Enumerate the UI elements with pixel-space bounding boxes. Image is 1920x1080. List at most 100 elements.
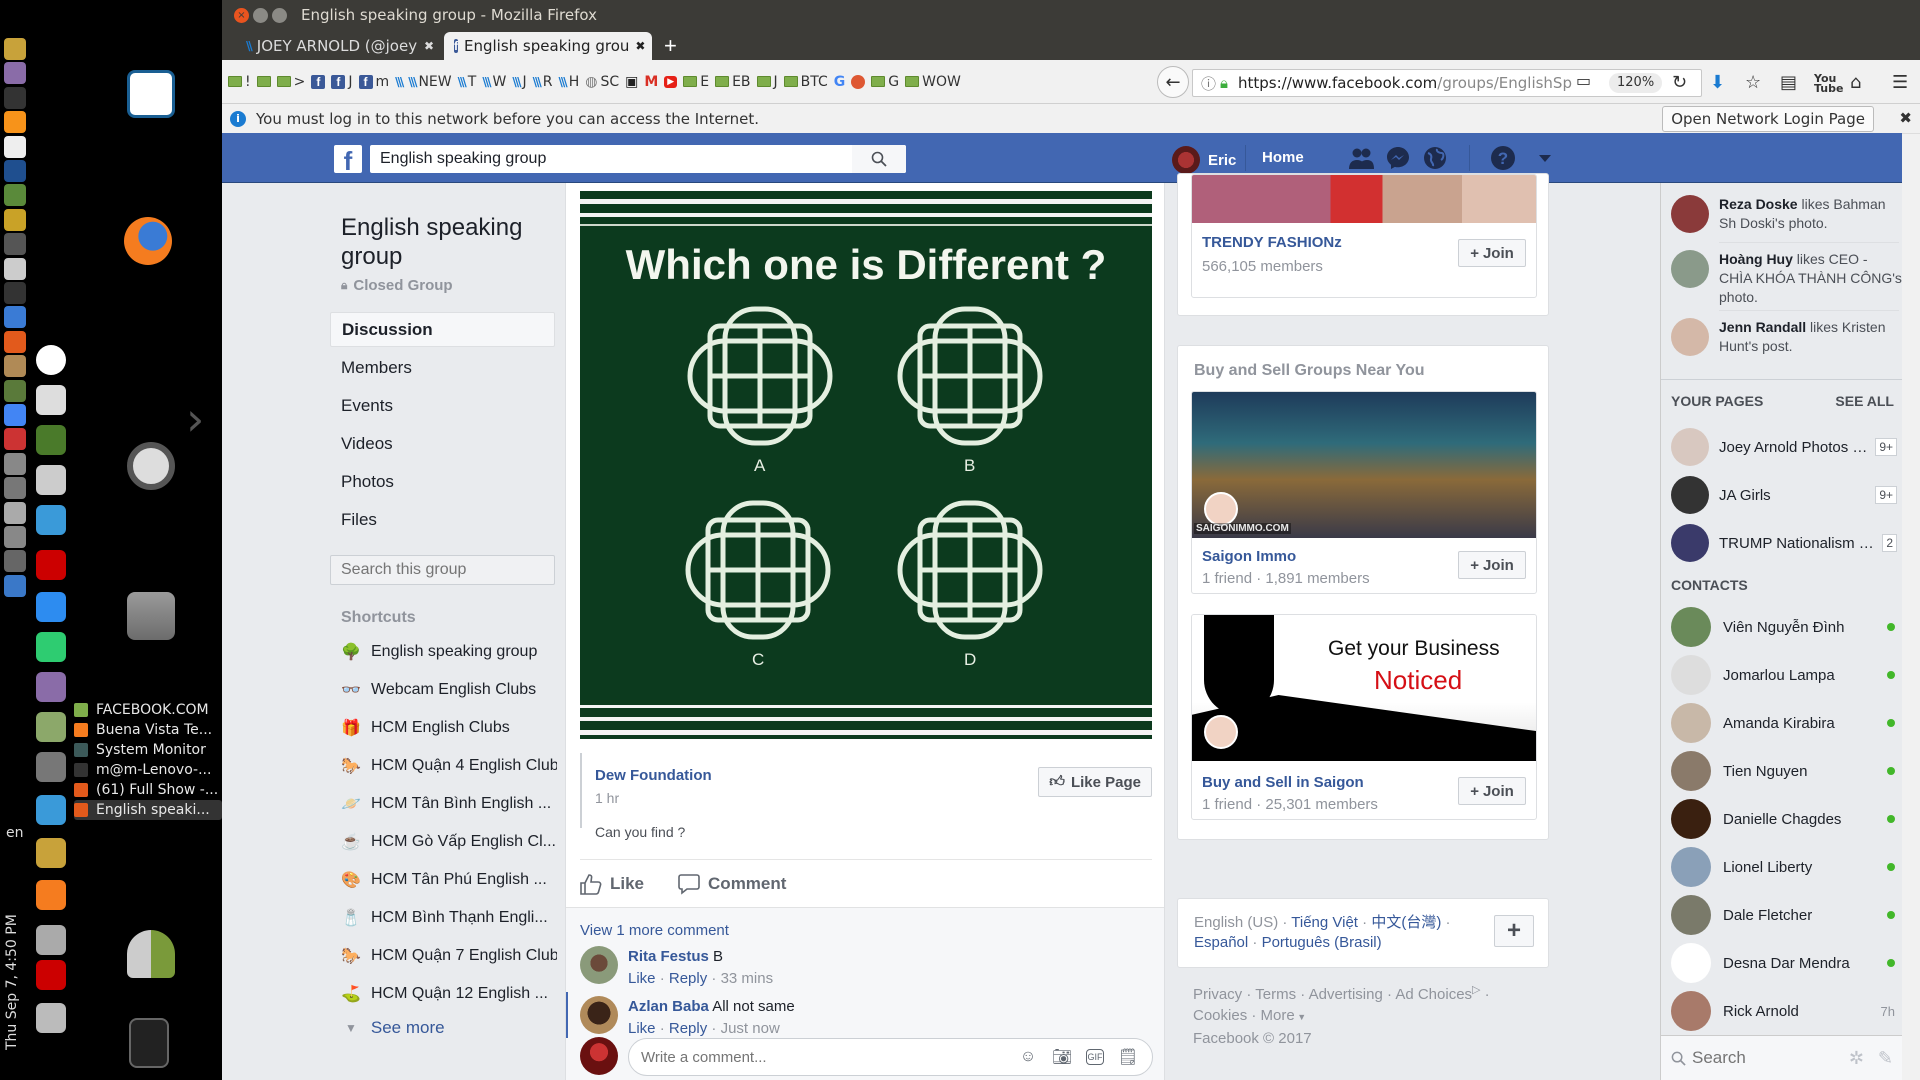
comment-input[interactable]: [641, 1048, 1018, 1066]
gif-icon[interactable]: GIF: [1086, 1049, 1104, 1065]
join-group-button[interactable]: + Join: [1458, 551, 1526, 579]
terminal-icon[interactable]: [4, 184, 26, 207]
contact-item[interactable]: Rick Arnold 7h: [1671, 987, 1902, 1035]
shortcut-item[interactable]: ☕ HCM Gò Vấp English Cl...: [327, 823, 557, 861]
comment-button[interactable]: Comment: [678, 873, 786, 895]
comment-timestamp[interactable]: 33 mins: [721, 970, 774, 987]
shortcut-item[interactable]: ⛳ HCM Quận 12 English ...: [327, 975, 557, 1013]
settings-icon[interactable]: [4, 379, 26, 402]
contact-item[interactable]: Dale Fletcher: [1671, 891, 1902, 939]
commenter-name[interactable]: Rita Festus: [628, 948, 709, 965]
image-viewer-icon[interactable]: [36, 1003, 66, 1033]
drive-icon[interactable]: [4, 501, 26, 524]
bookmark-item[interactable]: BTC: [783, 74, 828, 90]
screenshot-icon[interactable]: [4, 257, 26, 280]
system-monitor-icon[interactable]: [4, 282, 26, 304]
window-list-item[interactable]: English speaki...: [74, 800, 222, 820]
group-name-link[interactable]: Buy and Sell in Saigon: [1202, 774, 1364, 791]
hanger-icon[interactable]: [36, 712, 66, 742]
help-icon[interactable]: ?: [1490, 145, 1516, 171]
contact-item[interactable]: Jomarlou Lampa: [1671, 651, 1902, 699]
bluetooth-icon[interactable]: [36, 925, 66, 955]
ubuntu-icon[interactable]: [127, 442, 175, 490]
comment-timestamp[interactable]: Just now: [721, 1020, 780, 1037]
like-page-button[interactable]: 👍︎ Like Page: [1038, 767, 1152, 797]
bookmark-item[interactable]: f: [311, 74, 326, 89]
dogecoin-icon[interactable]: [36, 838, 66, 868]
bookmark-item[interactable]: \\\ W: [482, 74, 506, 90]
comment-input-box[interactable]: ☺ 📷︎ GIF 🗒︎: [628, 1038, 1153, 1076]
sticker-icon[interactable]: 🗒︎: [1118, 1047, 1138, 1067]
shortcut-item[interactable]: 🌳 English speaking group: [327, 633, 557, 671]
clock[interactable]: Thu Sep 7, 4:50 PM: [4, 914, 20, 1050]
group-nav-events[interactable]: Events: [330, 388, 555, 423]
user-switch-icon[interactable]: [127, 930, 175, 978]
electrum-icon[interactable]: [36, 505, 66, 535]
window-list-item[interactable]: (61) Full Show -...: [74, 780, 222, 800]
group-name-link[interactable]: TRENDY FASHIONz: [1202, 234, 1342, 251]
libreoffice-writer-icon[interactable]: [127, 70, 175, 118]
your-page-item[interactable]: JA Girls 9+: [1671, 475, 1902, 515]
contact-item[interactable]: Tien Nguyen: [1671, 747, 1902, 795]
see-more-link[interactable]: ▼ See more: [327, 1013, 555, 1043]
contact-item[interactable]: Amanda Kirabira: [1671, 699, 1902, 747]
minimize-window-button[interactable]: [253, 7, 268, 23]
inkscape-icon[interactable]: [4, 86, 26, 109]
contact-item[interactable]: Danielle Chagdes: [1671, 795, 1902, 843]
group-cover-image[interactable]: SAIGONIMMO.COM: [1192, 392, 1536, 538]
filezilla-icon[interactable]: [36, 960, 66, 990]
bookmark-item[interactable]: >: [276, 74, 305, 90]
menu-icon[interactable]: ☰: [1892, 72, 1908, 93]
window-switch-icon[interactable]: [4, 233, 26, 256]
volume-knob-icon[interactable]: [36, 385, 66, 415]
zoom-level-button[interactable]: 120%: [1609, 73, 1663, 93]
bookmark-item[interactable]: \\\ T: [458, 74, 477, 90]
bookmark-item[interactable]: G: [871, 74, 899, 90]
footer-link[interactable]: Ad Choices: [1395, 986, 1472, 1003]
lock-screen-icon[interactable]: [4, 452, 26, 475]
commenter-avatar[interactable]: [580, 996, 618, 1034]
bookmark-item[interactable]: !: [228, 74, 251, 90]
tab-english-speaking-group[interactable]: f English speaking grou ✖: [444, 32, 652, 60]
group-nav-members[interactable]: Members: [330, 350, 555, 385]
your-page-item[interactable]: TRUMP Nationalism O... 2: [1671, 523, 1902, 563]
close-notification-icon[interactable]: ✖: [1899, 109, 1912, 127]
bookmark-item[interactable]: fJ: [331, 74, 353, 90]
trash-icon[interactable]: [129, 1018, 169, 1068]
comment-reply-link[interactable]: Reply: [669, 1020, 707, 1037]
window-list-item[interactable]: m@m-Lenovo-...: [74, 760, 222, 780]
close-tab-icon[interactable]: ✖: [635, 39, 645, 53]
group-name-link[interactable]: Saigon Immo: [1202, 548, 1296, 565]
bookmark-item[interactable]: [256, 76, 271, 87]
reader-view-icon[interactable]: ▭: [1576, 71, 1591, 90]
vlc-icon[interactable]: [36, 880, 66, 910]
bookmark-item[interactable]: \\\ NEW: [408, 74, 451, 90]
shortcut-item[interactable]: 🐎 HCM Quận 4 English Club: [327, 747, 557, 785]
app-icon[interactable]: [36, 592, 66, 622]
post-image[interactable]: Which one is Different ? A B C D: [580, 183, 1152, 745]
language-link[interactable]: Português (Brasil): [1262, 934, 1382, 951]
footer-link[interactable]: More: [1261, 1007, 1295, 1024]
ticker-story[interactable]: Hoàng Huy likes CEO - CHÌA KHÓA THÀNH CÔ…: [1671, 250, 1902, 311]
facebook-search-input[interactable]: [370, 145, 852, 173]
commenter-avatar[interactable]: [580, 946, 618, 984]
cheese-icon[interactable]: [36, 672, 66, 702]
maximize-window-button[interactable]: [272, 7, 287, 23]
workspace-icon[interactable]: [4, 208, 26, 231]
language-link[interactable]: 中文(台灣): [1371, 914, 1441, 931]
like-button[interactable]: Like: [580, 873, 644, 895]
bookmark-item[interactable]: \\\: [395, 75, 404, 89]
calculator-icon[interactable]: [4, 160, 26, 182]
drive-settings-icon[interactable]: [4, 526, 26, 548]
shortcut-item[interactable]: 👓 Webcam English Clubs: [327, 671, 557, 709]
profile-link[interactable]: Eric: [1172, 146, 1236, 174]
open-network-login-button[interactable]: Open Network Login Page: [1662, 106, 1874, 132]
tab-joey-arnold[interactable]: \\ JOEY ARNOLD (@joey ✖: [236, 32, 444, 60]
language-link[interactable]: Tiếng Việt: [1291, 914, 1358, 931]
info-icon[interactable]: ⓘ: [1201, 73, 1216, 94]
window-list-item[interactable]: System Monitor: [74, 740, 222, 760]
bookmark-item[interactable]: EB: [715, 74, 751, 90]
obs-icon[interactable]: [36, 345, 66, 375]
group-name[interactable]: English speaking group: [341, 213, 555, 271]
ticker-story[interactable]: Jenn Randall likes Kristen Hunt's post.: [1671, 318, 1902, 368]
